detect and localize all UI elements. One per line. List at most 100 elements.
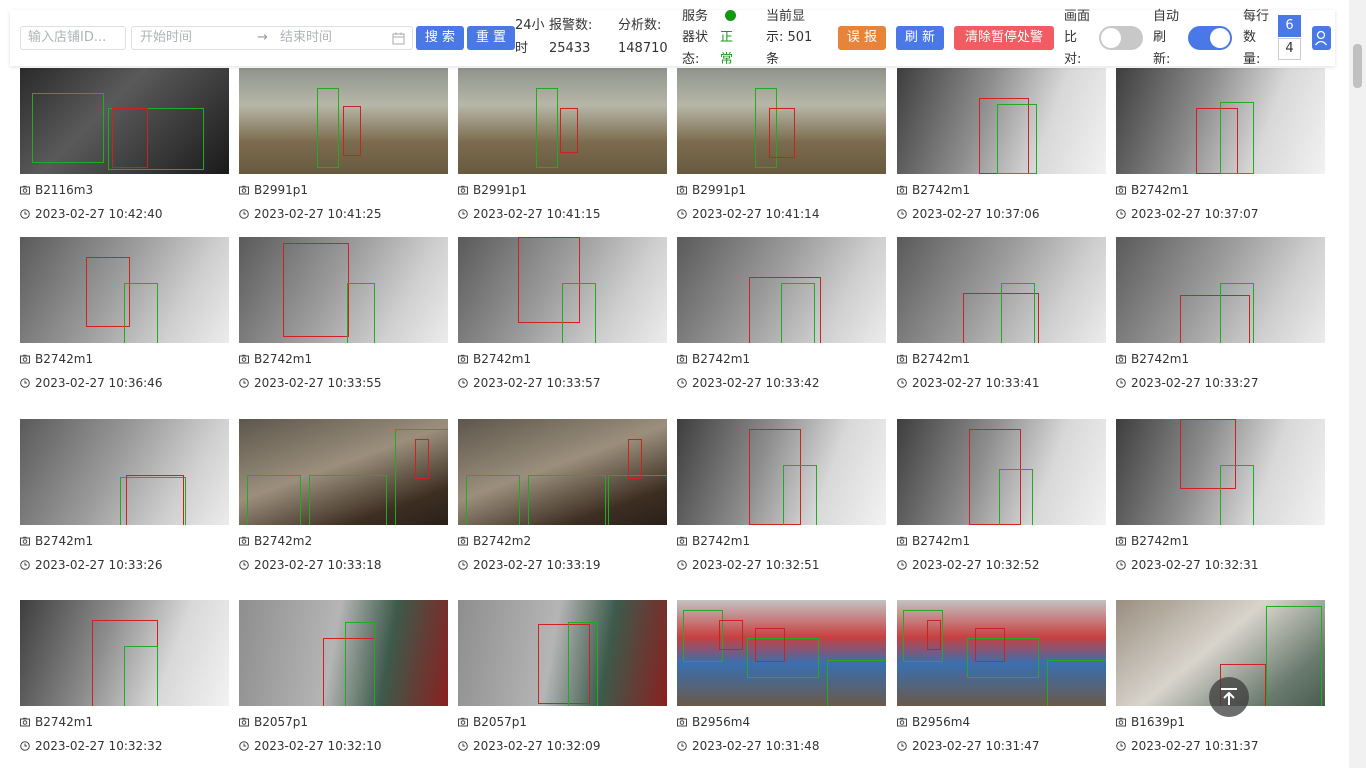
alarm-card[interactable]: B2742m1 2023-02-27 10:36:46 [20, 237, 229, 417]
alarm-card[interactable]: B2742m1 2023-02-27 10:33:57 [458, 237, 667, 417]
alarm-card[interactable]: B2742m2 2023-02-27 10:33:18 [239, 419, 448, 599]
alarm-card[interactable]: B2742m1 2023-02-27 10:37:07 [1116, 68, 1325, 248]
alarm-snapshot[interactable] [1116, 237, 1325, 343]
alarm-snapshot[interactable] [897, 419, 1106, 525]
alarm-card[interactable]: B2742m1 2023-02-27 10:33:42 [677, 237, 886, 417]
user-settings-button[interactable] [1312, 26, 1331, 50]
alarm-snapshot[interactable] [239, 237, 448, 343]
region-detection-box [683, 610, 723, 662]
alarm-snapshot[interactable] [677, 419, 886, 525]
start-time-input[interactable]: 开始时间 [140, 27, 192, 49]
alarm-card[interactable]: B2956m4 2023-02-27 10:31:48 [677, 600, 886, 768]
server-status-value-1: 正 [720, 30, 734, 45]
end-time-input[interactable]: 结束时间 [280, 27, 332, 49]
alarm-card[interactable]: B2742m1 2023-02-27 10:33:27 [1116, 237, 1325, 417]
alarm-card[interactable]: B2742m2 2023-02-27 10:33:19 [458, 419, 667, 599]
clock-icon [1116, 378, 1126, 388]
scrollbar-thumb[interactable] [1353, 44, 1362, 88]
auto-refresh-label-3: 新: [1153, 52, 1171, 67]
alarm-card[interactable]: B2742m1 2023-02-27 10:32:51 [677, 419, 886, 599]
alarm-snapshot[interactable] [458, 237, 667, 343]
alarm-card[interactable]: B2742m1 2023-02-27 10:37:06 [897, 68, 1106, 248]
region-detection-box [608, 475, 667, 525]
camera-id-row: B2742m1 [1116, 350, 1189, 368]
auto-refresh-toggle[interactable] [1188, 26, 1232, 50]
alarm-card[interactable]: B2742m1 2023-02-27 10:32:32 [20, 600, 229, 768]
alarm-snapshot[interactable] [897, 68, 1106, 174]
alarm-card[interactable]: B2991p1 2023-02-27 10:41:25 [239, 68, 448, 248]
camera-id: B2742m2 [254, 534, 313, 548]
alarm-card[interactable]: B2116m3 2023-02-27 10:42:40 [20, 68, 229, 248]
alarm-snapshot[interactable] [677, 600, 886, 706]
alarm-snapshot[interactable] [239, 419, 448, 525]
camera-id: B2742m1 [1131, 183, 1190, 197]
alarm-timestamp: 2023-02-27 10:32:52 [912, 558, 1040, 572]
person-detection-box [126, 475, 184, 525]
alarm-card[interactable]: B2742m1 2023-02-27 10:33:41 [897, 237, 1106, 417]
alarm-card[interactable]: B2956m4 2023-02-27 10:31:47 [897, 600, 1106, 768]
false-alarm-button[interactable]: 误 报 [838, 26, 886, 50]
refresh-button[interactable]: 刷 新 [896, 26, 944, 50]
timestamp-row: 2023-02-27 10:41:15 [458, 205, 600, 223]
reset-button[interactable]: 重 置 [467, 26, 515, 50]
alarm-snapshot[interactable] [20, 68, 229, 174]
camera-id: B2742m1 [692, 352, 751, 366]
alarm-card[interactable]: B2991p1 2023-02-27 10:41:15 [458, 68, 667, 248]
alarm-snapshot[interactable] [458, 419, 667, 525]
alarm-timestamp: 2023-02-27 10:33:19 [473, 558, 601, 572]
alarm-snapshot[interactable] [897, 237, 1106, 343]
alarm-timestamp: 2023-02-27 10:42:40 [35, 207, 163, 221]
per-row-option-6[interactable]: 6 [1278, 15, 1301, 37]
camera-id-row: B2742m1 [20, 350, 93, 368]
search-button[interactable]: 搜 索 [416, 26, 464, 50]
clear-paused-alarm-button[interactable]: 清除暂停处警 [954, 26, 1054, 50]
alarm-card[interactable]: B2991p1 2023-02-27 10:41:14 [677, 68, 886, 248]
server-status-label-3: 态: [682, 52, 700, 67]
camera-icon [20, 354, 30, 364]
alarm-card[interactable]: B2742m1 2023-02-27 10:33:55 [239, 237, 448, 417]
person-detection-box [343, 106, 361, 156]
current-display-label-1: 当前显 [766, 9, 806, 24]
clock-icon [897, 741, 907, 751]
alarm-snapshot[interactable] [239, 600, 448, 706]
alarm-snapshot[interactable] [20, 419, 229, 525]
camera-id: B2116m3 [35, 183, 94, 197]
date-range-picker[interactable]: 开始时间 → 结束时间 [131, 26, 413, 50]
person-detection-box [112, 108, 148, 168]
alarm-snapshot[interactable] [1116, 419, 1325, 525]
camera-icon [677, 536, 687, 546]
camera-icon [20, 185, 30, 195]
alarm-card[interactable]: B2742m1 2023-02-27 10:32:31 [1116, 419, 1325, 599]
per-row-option-4[interactable]: 4 [1278, 38, 1301, 60]
camera-icon [20, 536, 30, 546]
shop-id-input[interactable]: 输入店铺ID... [20, 26, 126, 50]
timestamp-row: 2023-02-27 10:32:10 [239, 737, 381, 755]
region-detection-box [536, 88, 558, 168]
alarm-card[interactable]: B2742m1 2023-02-27 10:32:52 [897, 419, 1106, 599]
compare-toggle[interactable] [1099, 26, 1143, 50]
back-to-top-button[interactable] [1209, 677, 1249, 717]
alarm-card[interactable]: B2057p1 2023-02-27 10:32:10 [239, 600, 448, 768]
timestamp-row: 2023-02-27 10:32:32 [20, 737, 162, 755]
alarm-snapshot[interactable] [677, 68, 886, 174]
alarm-card[interactable]: B2742m1 2023-02-27 10:33:26 [20, 419, 229, 599]
person-detection-box [283, 243, 349, 337]
camera-icon [897, 536, 907, 546]
alarm-snapshot[interactable] [677, 237, 886, 343]
vertical-scrollbar[interactable] [1349, 0, 1366, 768]
alarm-snapshot[interactable] [239, 68, 448, 174]
camera-icon [458, 354, 468, 364]
alarm-snapshot[interactable] [458, 68, 667, 174]
alarm-snapshot[interactable] [458, 600, 667, 706]
clock-icon [239, 560, 249, 570]
arrow-up-icon [1221, 688, 1237, 705]
camera-id-row: B2742m1 [677, 350, 750, 368]
alarm-card[interactable]: B2057p1 2023-02-27 10:32:09 [458, 600, 667, 768]
camera-id-row: B2956m4 [897, 713, 970, 731]
alarm-snapshot[interactable] [20, 600, 229, 706]
region-detection-box [124, 646, 158, 706]
alarm-snapshot[interactable] [1116, 68, 1325, 174]
alarm-snapshot[interactable] [20, 237, 229, 343]
camera-icon [1116, 717, 1126, 727]
alarm-snapshot[interactable] [897, 600, 1106, 706]
